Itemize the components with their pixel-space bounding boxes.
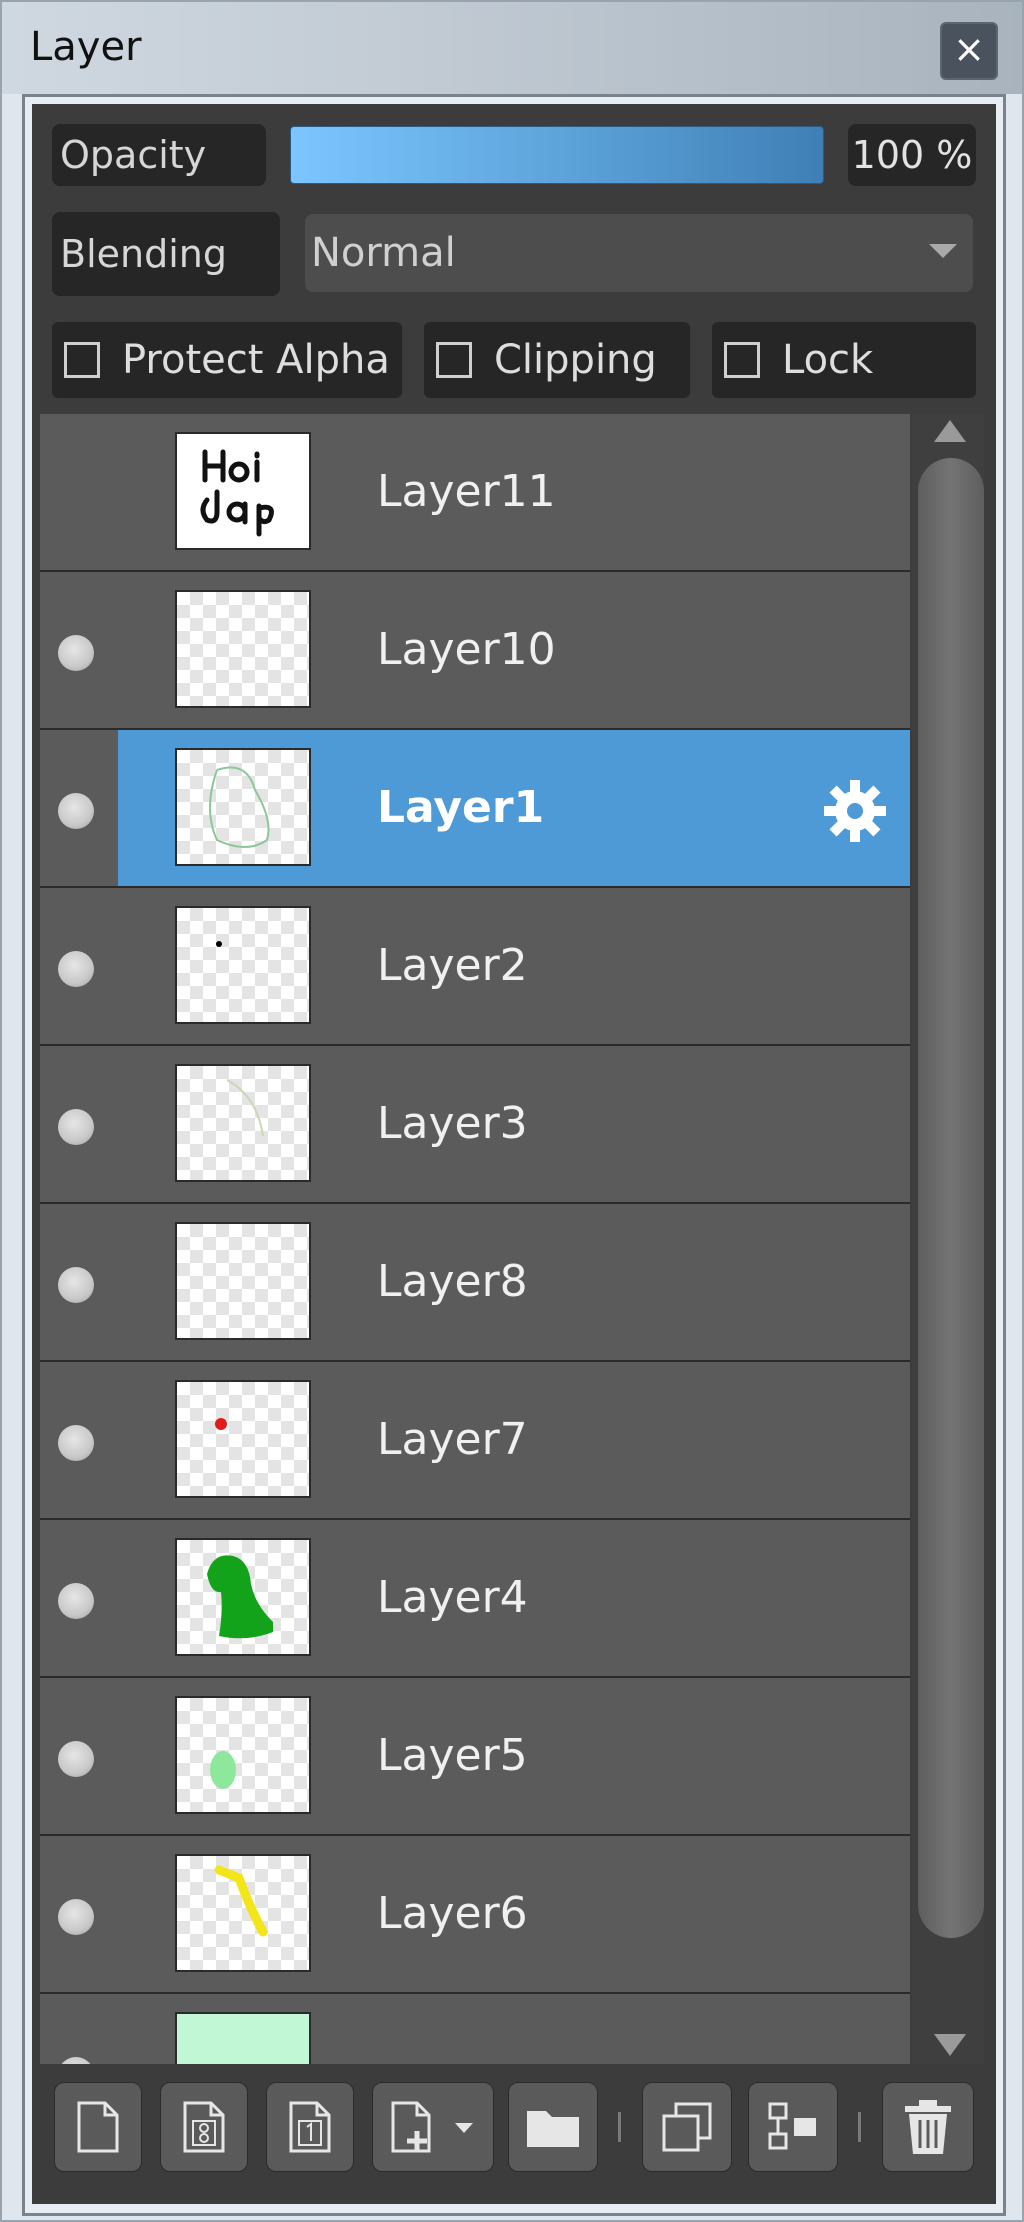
add-layer-dropdown-icon — [391, 2101, 473, 2153]
layer-thumbnail — [175, 1222, 311, 1340]
layer-thumbnail — [175, 748, 311, 866]
folder-icon — [527, 2111, 579, 2147]
layer-name: Layer6 — [377, 1888, 528, 1939]
handwriting-thumbnail-icon — [200, 449, 274, 537]
duplicate-layer-button[interactable] — [642, 2082, 732, 2172]
layer-thumbnail — [175, 1380, 311, 1498]
layer-name: Layer5 — [377, 1730, 528, 1781]
duplicate-layer-icon — [662, 2102, 712, 2152]
layer-name: Layer8 — [377, 1256, 528, 1307]
scroll-down-icon[interactable] — [934, 2034, 966, 2056]
merge-down-button[interactable] — [748, 2082, 838, 2172]
layer-row-selected[interactable]: Layer1 — [40, 730, 910, 889]
green-blob-thumbnail-icon — [210, 1751, 236, 1789]
visibility-toggle[interactable] — [58, 1425, 94, 1461]
merge-down-icon — [768, 2102, 816, 2150]
layer-window: Layer × Opacity 100 % Blending Normal Pr… — [0, 0, 1024, 2222]
checkbox-icon — [724, 342, 760, 378]
visibility-toggle[interactable] — [58, 635, 94, 671]
layer-name: Layer1 — [377, 782, 545, 833]
layer-thumbnail — [175, 1538, 311, 1656]
visibility-toggle[interactable] — [58, 2057, 94, 2064]
visibility-toggle[interactable] — [58, 1741, 94, 1777]
layer-thumbnail — [175, 1696, 311, 1814]
visibility-toggle[interactable] — [58, 1109, 94, 1145]
clipping-checkbox[interactable]: Clipping — [424, 322, 690, 398]
layer-name: Layer11 — [377, 466, 556, 517]
layer-thumbnail — [175, 432, 311, 550]
stroke-thumbnail-icon — [226, 1079, 264, 1137]
layer-thumbnail — [175, 1064, 311, 1182]
layer-name: Layer2 — [377, 940, 528, 991]
layer-thumbnail — [175, 1854, 311, 1972]
layer-thumbnail — [175, 906, 311, 1024]
scroll-up-icon[interactable] — [934, 420, 966, 442]
protect-alpha-label: Protect Alpha — [122, 337, 390, 383]
layer-name: Layer4 — [377, 1572, 528, 1623]
gear-icon[interactable] — [820, 778, 890, 844]
delete-layer-button[interactable] — [882, 2082, 974, 2172]
layer-name: Layer10 — [377, 624, 556, 675]
protect-alpha-checkbox[interactable]: Protect Alpha — [52, 322, 402, 398]
new-1bit-layer-icon — [289, 2101, 331, 2153]
opacity-label: Opacity — [52, 124, 266, 186]
blending-label: Blending — [52, 212, 280, 296]
layer-row[interactable]: Layer6 — [40, 1836, 910, 1995]
visibility-toggle[interactable] — [58, 1583, 94, 1619]
layer-row[interactable]: Layer8 — [40, 1204, 910, 1363]
blending-dropdown[interactable]: Normal — [305, 214, 973, 292]
layer-row[interactable]: Layer2 — [40, 888, 910, 1047]
lock-label: Lock — [782, 337, 874, 383]
layer-row[interactable]: Layer5 — [40, 1678, 910, 1837]
blending-value: Normal — [311, 230, 456, 276]
layer-row[interactable] — [40, 1994, 910, 2064]
title-bar: Layer × — [2, 2, 1022, 94]
new-8bit-layer-button[interactable] — [160, 2082, 248, 2172]
layer-row[interactable]: Layer11 — [40, 414, 910, 573]
layer-list: Layer11 Layer10 Layer1 Layer2 Layer3 Lay… — [40, 414, 910, 2064]
checkbox-icon — [64, 342, 100, 378]
add-layer-menu-button[interactable] — [372, 2082, 494, 2172]
layer-name: Layer7 — [377, 1414, 528, 1465]
visibility-toggle[interactable] — [58, 951, 94, 987]
new-folder-button[interactable] — [508, 2082, 598, 2172]
opacity-value: 100 % — [848, 124, 976, 186]
scrollbar-thumb[interactable] — [918, 458, 984, 1938]
layer-row[interactable]: Layer7 — [40, 1362, 910, 1521]
close-button[interactable]: × — [940, 22, 998, 80]
lock-checkbox[interactable]: Lock — [712, 322, 976, 398]
sketch-thumbnail-icon — [209, 766, 270, 848]
visibility-toggle[interactable] — [58, 1899, 94, 1935]
layer-row[interactable]: Layer3 — [40, 1046, 910, 1205]
red-dot-thumbnail-icon — [215, 1418, 227, 1430]
dot-thumbnail-icon — [216, 941, 222, 947]
new-layer-icon — [77, 2101, 119, 2153]
yellow-stroke-thumbnail-icon — [214, 1865, 268, 1937]
toolbar-separator — [858, 2112, 861, 2142]
layer-thumbnail — [175, 2012, 311, 2064]
delete-layer-icon — [905, 2100, 951, 2154]
layer-row[interactable]: Layer4 — [40, 1520, 910, 1679]
layer-name: Layer3 — [377, 1098, 528, 1149]
chevron-down-icon — [929, 244, 957, 258]
clipping-label: Clipping — [494, 337, 657, 383]
new-8bit-layer-icon — [183, 2101, 225, 2153]
window-title: Layer — [30, 24, 142, 70]
layer-thumbnail — [175, 590, 311, 708]
new-1bit-layer-button[interactable] — [266, 2082, 354, 2172]
opacity-slider[interactable] — [290, 126, 824, 184]
toolbar-separator — [618, 2112, 621, 2142]
visibility-toggle[interactable] — [58, 793, 94, 829]
checkbox-icon — [436, 342, 472, 378]
new-layer-button[interactable] — [54, 2082, 142, 2172]
layer-row[interactable]: Layer10 — [40, 572, 910, 731]
visibility-toggle[interactable] — [58, 1267, 94, 1303]
green-shape-thumbnail-icon — [207, 1555, 273, 1639]
